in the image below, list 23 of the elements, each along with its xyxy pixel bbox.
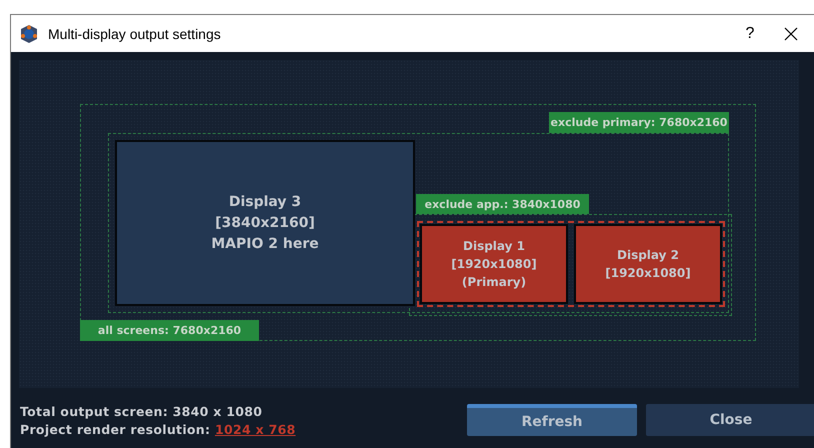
- help-button[interactable]: ?: [730, 24, 770, 42]
- display-text: Display 1: [463, 238, 525, 255]
- dialog-button[interactable]: Close: [646, 404, 814, 436]
- region-label: exclude primary: 7680x2160: [549, 112, 729, 133]
- display-text: Display 3: [228, 192, 302, 212]
- dialog-button[interactable]: Refresh: [467, 404, 637, 436]
- display-text: Display 2: [617, 247, 679, 264]
- total-output-text: Total output screen: 3840 x 1080: [20, 404, 264, 418]
- close-icon[interactable]: [784, 26, 798, 40]
- display-tile[interactable]: Display 3 [3840x2160] MAPIO 2 here: [115, 140, 415, 306]
- app-logo-icon: [19, 24, 39, 44]
- display-text: [1920x1080]: [451, 256, 537, 273]
- region-label: exclude app.: 3840x1080: [416, 194, 589, 214]
- display-text: [3840x2160]: [215, 214, 315, 232]
- window-title: Multi-display output settings: [48, 26, 222, 42]
- display-tile[interactable]: Display 1 [1920x1080] (Primary): [420, 224, 568, 304]
- render-resolution-label: Project render resolution:: [20, 422, 210, 436]
- display-text: MAPIO 2 here: [211, 234, 319, 254]
- region-label: all screens: 7680x2160: [80, 320, 259, 341]
- display-text: (Primary): [462, 274, 526, 291]
- display-text: [1920x1080]: [605, 265, 691, 282]
- render-resolution-link[interactable]: 1024 x 768: [214, 422, 296, 436]
- display-tile[interactable]: Display 2 [1920x1080]: [574, 224, 722, 304]
